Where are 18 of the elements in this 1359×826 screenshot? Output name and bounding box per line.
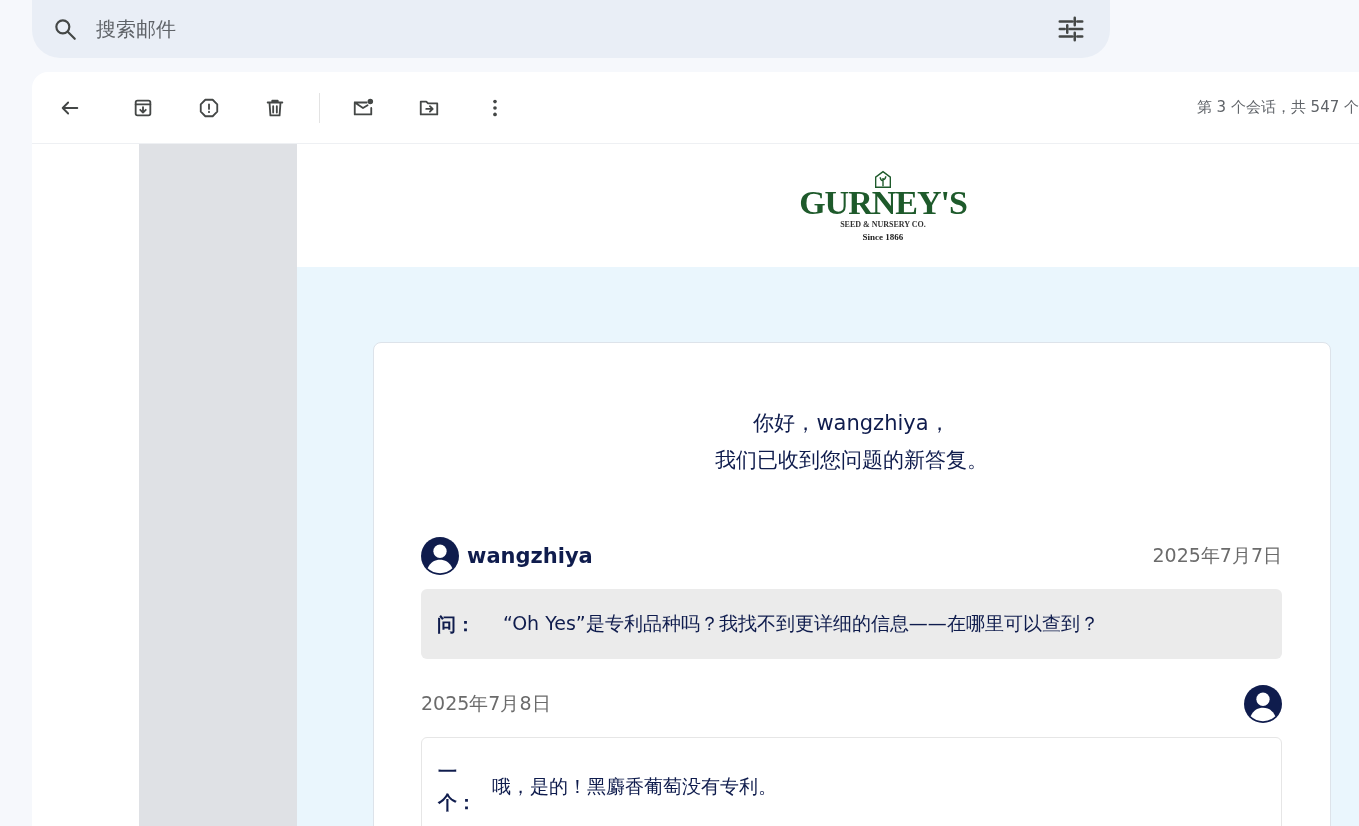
message-text: 哦，是的！黑麝香葡萄没有专利。 (492, 773, 777, 799)
greeting-text: 你好，wangzhiya， (752, 410, 951, 437)
search-icon[interactable] (52, 16, 78, 42)
search-bar[interactable]: 搜索邮件 (32, 0, 1110, 58)
brand-logo: GURNEY'S SEED & NURSERY CO. Since 1866 (689, 167, 967, 244)
spam-icon[interactable] (198, 96, 220, 119)
message-text: “Oh Yes”是专利品种吗？我找不到更详细的信息——在哪里可以查到？ (503, 611, 1099, 637)
conversation-counter: 第 3 个会话，共 547 个 (1196, 98, 1359, 117)
message-date: 2025年7月8日 (421, 691, 551, 717)
label-text: 一个： (438, 759, 476, 815)
avatar-icon (421, 537, 459, 575)
sliders-icon[interactable] (1056, 14, 1086, 44)
avatar-icon (1244, 685, 1282, 724)
greeting-text: 我们已收到您问题的新答复。 (714, 447, 989, 474)
label-text: 问： (437, 612, 475, 637)
author-name: wangzhiya (467, 544, 593, 568)
search-field[interactable]: 搜索邮件 (94, 16, 1056, 42)
message-date: 2025年7月7日 (1152, 543, 1282, 568)
